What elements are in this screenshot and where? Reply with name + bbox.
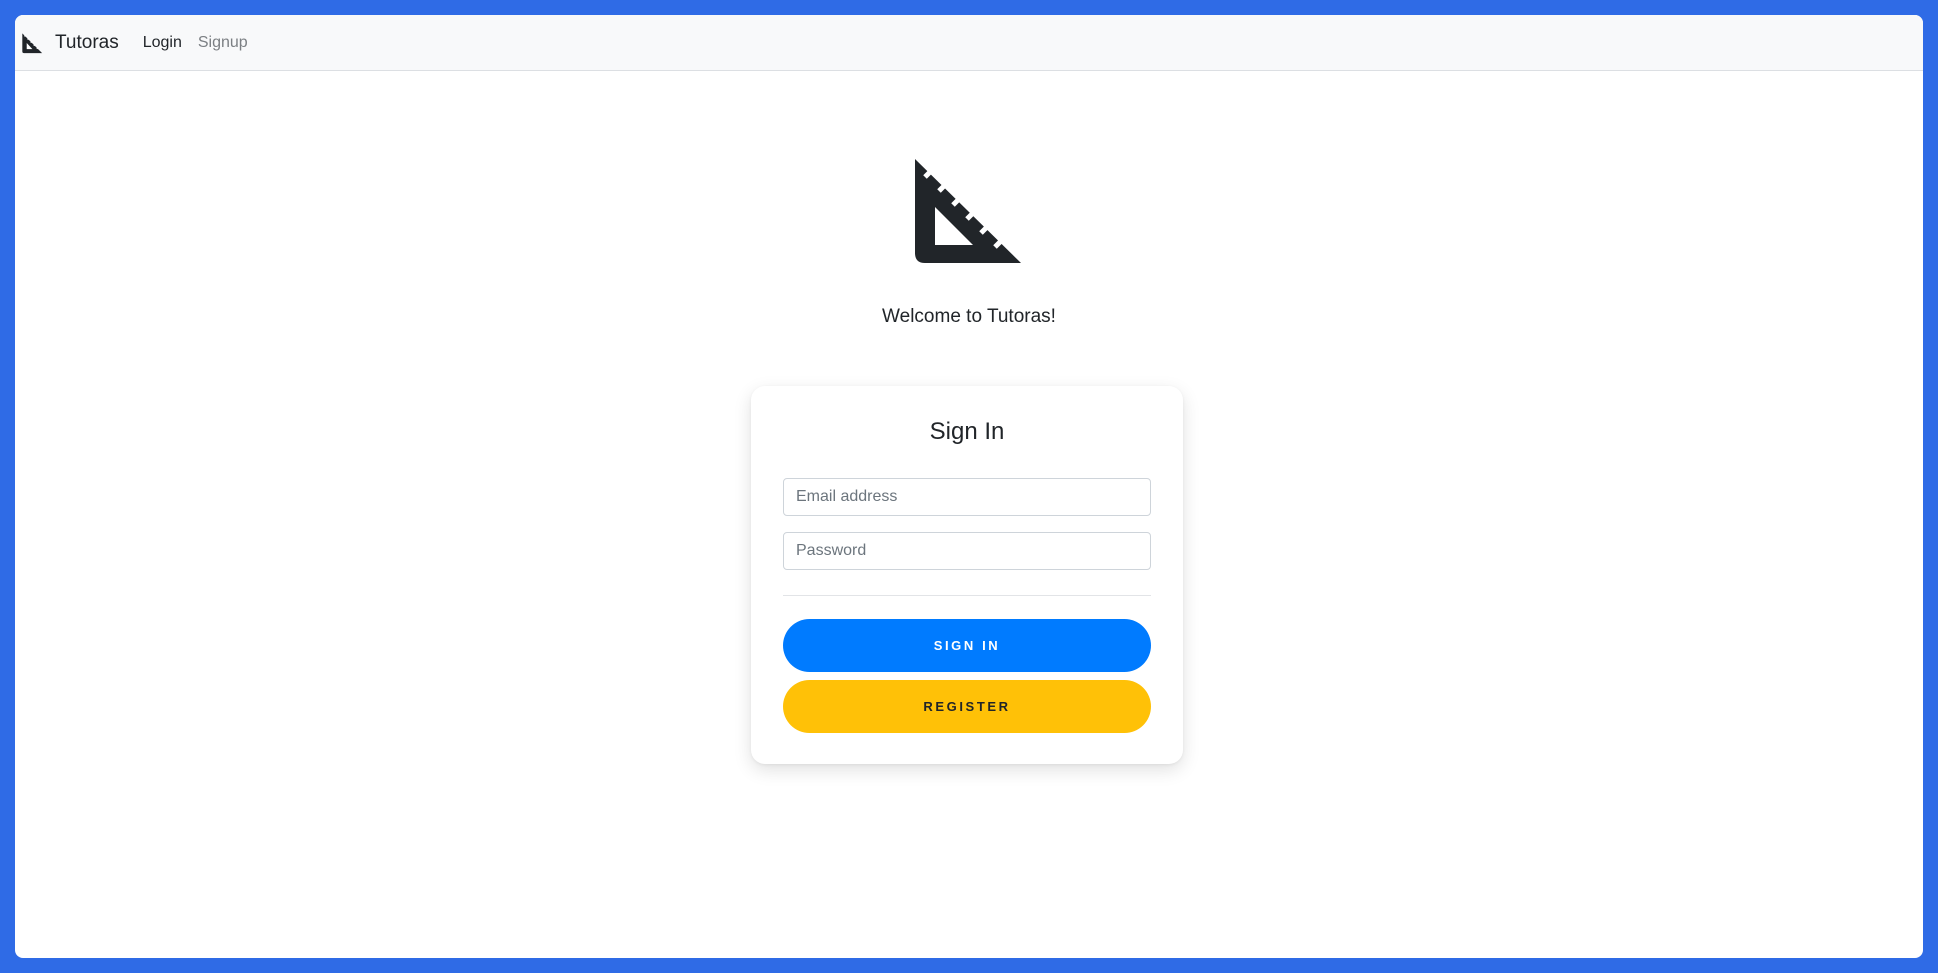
navbar-brand[interactable]: Tutoras	[21, 32, 119, 54]
welcome-heading: Welcome to Tutoras!	[882, 306, 1056, 327]
set-square-ruler-icon	[21, 32, 43, 54]
signin-button[interactable]: SIGN IN	[783, 619, 1151, 672]
nav-link-signup[interactable]: Signup	[198, 34, 248, 52]
password-field[interactable]	[783, 532, 1151, 570]
register-button[interactable]: REGISTER	[783, 680, 1151, 733]
top-navbar: Tutoras Login Signup	[15, 15, 1923, 71]
brand-name: Tutoras	[55, 31, 119, 53]
signin-title: Sign In	[929, 418, 1005, 445]
signin-card: Sign In SIGN IN REGISTER	[751, 386, 1183, 764]
email-field[interactable]	[783, 478, 1151, 516]
set-square-ruler-icon	[913, 157, 1023, 265]
nav-link-login[interactable]: Login	[143, 34, 182, 52]
browser-window: Tutoras Login Signup Welcome to Tutoras!…	[15, 15, 1923, 958]
form-divider	[783, 595, 1151, 596]
